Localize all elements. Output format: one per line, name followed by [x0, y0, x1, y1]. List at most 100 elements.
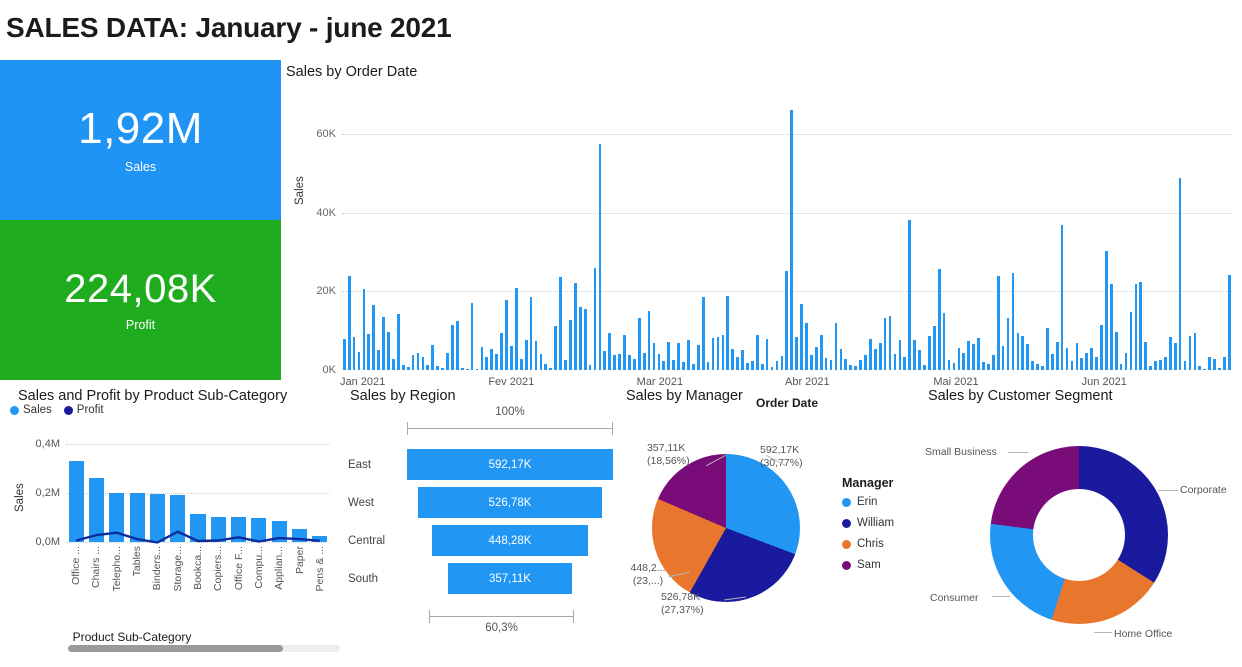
bar[interactable]: [539, 354, 543, 370]
bar[interactable]: [1198, 366, 1202, 370]
bar[interactable]: [573, 282, 577, 370]
bar[interactable]: [760, 363, 764, 370]
bar[interactable]: [608, 333, 612, 370]
bar[interactable]: [628, 355, 631, 370]
bar[interactable]: [559, 276, 562, 370]
bar[interactable]: [839, 348, 843, 370]
bar[interactable]: [819, 335, 823, 370]
bar[interactable]: [436, 366, 439, 370]
bar[interactable]: [873, 349, 877, 370]
bar[interactable]: [578, 307, 582, 370]
bar[interactable]: [1109, 284, 1113, 370]
bar[interactable]: [1001, 345, 1005, 370]
bar[interactable]: [726, 296, 730, 370]
bar[interactable]: [544, 364, 548, 370]
sales-by-customer-segment-chart[interactable]: Sales by Customer Segment Corporate Home…: [922, 386, 1242, 667]
bar[interactable]: [1055, 341, 1059, 370]
bar[interactable]: [1080, 357, 1084, 370]
bar[interactable]: [1154, 361, 1157, 370]
bar[interactable]: [716, 337, 720, 370]
bar[interactable]: [647, 311, 651, 370]
bar[interactable]: [588, 364, 592, 370]
bar[interactable]: [1070, 360, 1074, 370]
bar[interactable]: [1159, 360, 1162, 370]
bar[interactable]: [952, 362, 956, 370]
bar[interactable]: [1026, 343, 1030, 370]
legend-item-sales[interactable]: Sales: [10, 404, 52, 416]
bar[interactable]: [765, 338, 769, 370]
bar[interactable]: [377, 349, 380, 370]
bar[interactable]: [746, 362, 749, 370]
bar[interactable]: [775, 361, 779, 370]
bar[interactable]: [859, 359, 862, 370]
bar[interactable]: [495, 353, 499, 370]
funnel-bar[interactable]: 526,78K: [418, 487, 602, 518]
bar[interactable]: [972, 344, 975, 370]
bar[interactable]: [1124, 353, 1128, 370]
chart-legend[interactable]: Sales Profit: [10, 404, 104, 416]
bar[interactable]: [554, 326, 558, 370]
bar[interactable]: [1139, 281, 1143, 370]
bar[interactable]: [1075, 342, 1079, 370]
bar[interactable]: [598, 144, 602, 370]
bar[interactable]: [505, 300, 508, 370]
bar[interactable]: [751, 360, 754, 370]
bar[interactable]: [942, 312, 946, 370]
bar[interactable]: [923, 365, 926, 370]
bar[interactable]: [569, 319, 572, 370]
funnel-row[interactable]: Central 448,28K: [344, 522, 620, 559]
bar[interactable]: [706, 361, 710, 370]
bar[interactable]: [849, 364, 853, 370]
bar[interactable]: [1208, 356, 1211, 370]
bar[interactable]: [711, 337, 715, 370]
bar[interactable]: [564, 360, 567, 370]
bar[interactable]: [996, 276, 1000, 370]
bar[interactable]: [347, 275, 351, 370]
bar[interactable]: [1223, 357, 1226, 370]
legend-item-erin[interactable]: Erin: [842, 496, 894, 508]
bar[interactable]: [416, 352, 420, 370]
bar[interactable]: [696, 345, 700, 370]
bar[interactable]: [982, 361, 985, 370]
bar[interactable]: [937, 269, 941, 370]
bar[interactable]: [406, 366, 410, 370]
bar[interactable]: [1168, 337, 1172, 370]
bar[interactable]: [785, 271, 789, 370]
bar[interactable]: [1105, 250, 1108, 370]
bar[interactable]: [829, 359, 833, 370]
bar[interactable]: [1203, 368, 1207, 370]
funnel-bar[interactable]: 448,28K: [432, 525, 588, 556]
bar[interactable]: [362, 289, 366, 370]
bar[interactable]: [824, 357, 828, 370]
bar[interactable]: [1046, 327, 1049, 370]
legend-item-sam[interactable]: Sam: [842, 559, 894, 571]
bar[interactable]: [411, 355, 415, 370]
bar[interactable]: [1173, 342, 1177, 370]
bar[interactable]: [401, 365, 405, 370]
bar[interactable]: [470, 303, 474, 370]
bar[interactable]: [465, 368, 469, 370]
bar[interactable]: [731, 348, 735, 370]
bar[interactable]: [736, 357, 739, 370]
bar[interactable]: [1006, 318, 1010, 370]
bar[interactable]: [441, 368, 444, 370]
funnel-row[interactable]: East 592,17K: [344, 446, 620, 483]
kpi-card-profit[interactable]: 224,08K Profit: [0, 220, 281, 380]
bar[interactable]: [701, 297, 705, 370]
funnel-row[interactable]: West 526,78K: [344, 484, 620, 521]
bar[interactable]: [800, 304, 803, 370]
bar[interactable]: [529, 297, 533, 370]
bar[interactable]: [455, 320, 459, 370]
bar[interactable]: [460, 368, 464, 370]
bar[interactable]: [790, 109, 794, 370]
bar[interactable]: [490, 348, 494, 370]
horizontal-scrollbar[interactable]: [68, 645, 340, 652]
bar[interactable]: [844, 358, 848, 370]
bar[interactable]: [593, 267, 597, 370]
bar[interactable]: [888, 315, 892, 370]
bar[interactable]: [755, 335, 759, 370]
bar[interactable]: [1188, 335, 1192, 370]
bar[interactable]: [583, 308, 587, 370]
bar[interactable]: [805, 323, 808, 370]
bar[interactable]: [1227, 275, 1231, 370]
